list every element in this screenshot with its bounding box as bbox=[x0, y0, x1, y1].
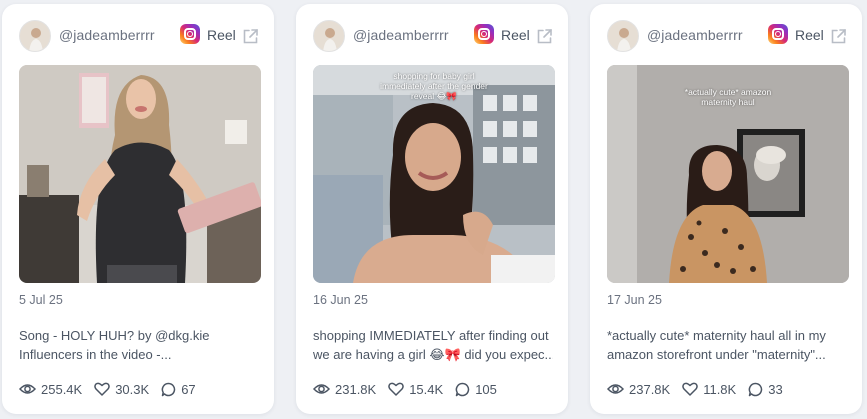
heart-icon bbox=[94, 382, 111, 396]
heart-icon bbox=[682, 382, 699, 396]
heart-icon bbox=[388, 382, 405, 396]
card-header: @jadeamberrrr Reel bbox=[296, 4, 568, 64]
likes-stat: 15.4K bbox=[388, 382, 443, 397]
avatar[interactable] bbox=[607, 20, 639, 52]
comments-stat: 33 bbox=[748, 381, 783, 397]
caption-line: we are having a girl 😂🎀 did you expec... bbox=[313, 347, 553, 362]
post-card[interactable]: @jadeamberrrr Reel bbox=[590, 4, 862, 414]
avatar[interactable] bbox=[313, 20, 345, 52]
views-stat: 231.8K bbox=[313, 382, 376, 397]
card-header: @jadeamberrrr Reel bbox=[2, 4, 274, 64]
likes-count: 11.8K bbox=[703, 381, 737, 397]
post-caption[interactable]: Song - HOLY HUH? by @dkg.kie Influencers… bbox=[19, 326, 259, 364]
instagram-icon bbox=[180, 24, 200, 44]
caption-line: Song - HOLY HUH? by @dkg.kie bbox=[19, 328, 210, 343]
comments-stat: 67 bbox=[161, 381, 196, 397]
platform-label: Reel bbox=[501, 27, 530, 43]
likes-stat: 11.8K bbox=[682, 382, 736, 397]
post-stats: 255.4K 30.3K 67 bbox=[19, 380, 208, 398]
views-count: 237.8K bbox=[629, 381, 671, 397]
views-stat: 255.4K bbox=[19, 382, 82, 397]
post-card[interactable]: @jadeamberrrr Reel bbox=[296, 4, 568, 414]
comments-count: 33 bbox=[768, 381, 783, 397]
likes-count: 15.4K bbox=[409, 381, 444, 397]
views-stat: 237.8K bbox=[607, 382, 670, 397]
comments-stat: 105 bbox=[455, 382, 497, 397]
post-stats: 237.8K 11.8K 33 bbox=[607, 380, 795, 398]
video-overlay-text: *actually cute* amazon maternity haul bbox=[684, 87, 772, 107]
post-date: 16 Jun 25 bbox=[313, 293, 368, 307]
eye-icon bbox=[313, 384, 330, 394]
username[interactable]: @jadeamberrrr bbox=[59, 27, 155, 43]
caption-line: Influencers in the video -... bbox=[19, 347, 172, 362]
video-thumbnail[interactable] bbox=[19, 65, 261, 283]
instagram-icon bbox=[474, 24, 494, 44]
video-overlay-text: shopping for baby girl immediately after… bbox=[380, 71, 488, 101]
video-thumbnail[interactable]: shopping for baby girl immediately after… bbox=[313, 65, 555, 283]
eye-icon bbox=[607, 384, 624, 394]
caption-line: amazon storefront under "maternity"... bbox=[607, 347, 826, 362]
post-caption[interactable]: *actually cute* maternity haul all in my… bbox=[607, 326, 847, 364]
comment-icon bbox=[748, 382, 763, 396]
external-link-icon[interactable] bbox=[536, 28, 553, 45]
caption-line: *actually cute* maternity haul all in my bbox=[607, 328, 826, 343]
likes-count: 30.3K bbox=[115, 381, 150, 397]
platform-label: Reel bbox=[207, 27, 236, 43]
video-thumbnail[interactable]: *actually cute* amazon maternity haul bbox=[607, 65, 849, 283]
comment-icon bbox=[455, 382, 470, 396]
instagram-icon bbox=[768, 24, 788, 44]
eye-icon bbox=[19, 384, 36, 394]
username[interactable]: @jadeamberrrr bbox=[353, 27, 449, 43]
post-stats: 231.8K 15.4K 105 bbox=[313, 380, 509, 398]
post-date: 17 Jun 25 bbox=[607, 293, 662, 307]
caption-line: shopping IMMEDIATELY after finding out bbox=[313, 328, 549, 343]
comments-count: 105 bbox=[475, 381, 497, 397]
external-link-icon[interactable] bbox=[830, 28, 847, 45]
views-count: 255.4K bbox=[41, 381, 83, 397]
card-header: @jadeamberrrr Reel bbox=[590, 4, 862, 64]
external-link-icon[interactable] bbox=[242, 28, 259, 45]
comments-count: 67 bbox=[181, 381, 196, 397]
post-date: 5 Jul 25 bbox=[19, 293, 63, 307]
post-card[interactable]: @jadeamberrrr Reel bbox=[2, 4, 274, 414]
avatar[interactable] bbox=[19, 20, 51, 52]
post-caption[interactable]: shopping IMMEDIATELY after finding out w… bbox=[313, 326, 553, 364]
platform-label: Reel bbox=[795, 27, 824, 43]
username[interactable]: @jadeamberrrr bbox=[647, 27, 743, 43]
views-count: 231.8K bbox=[335, 381, 377, 397]
comment-icon bbox=[161, 382, 176, 396]
likes-stat: 30.3K bbox=[94, 382, 149, 397]
